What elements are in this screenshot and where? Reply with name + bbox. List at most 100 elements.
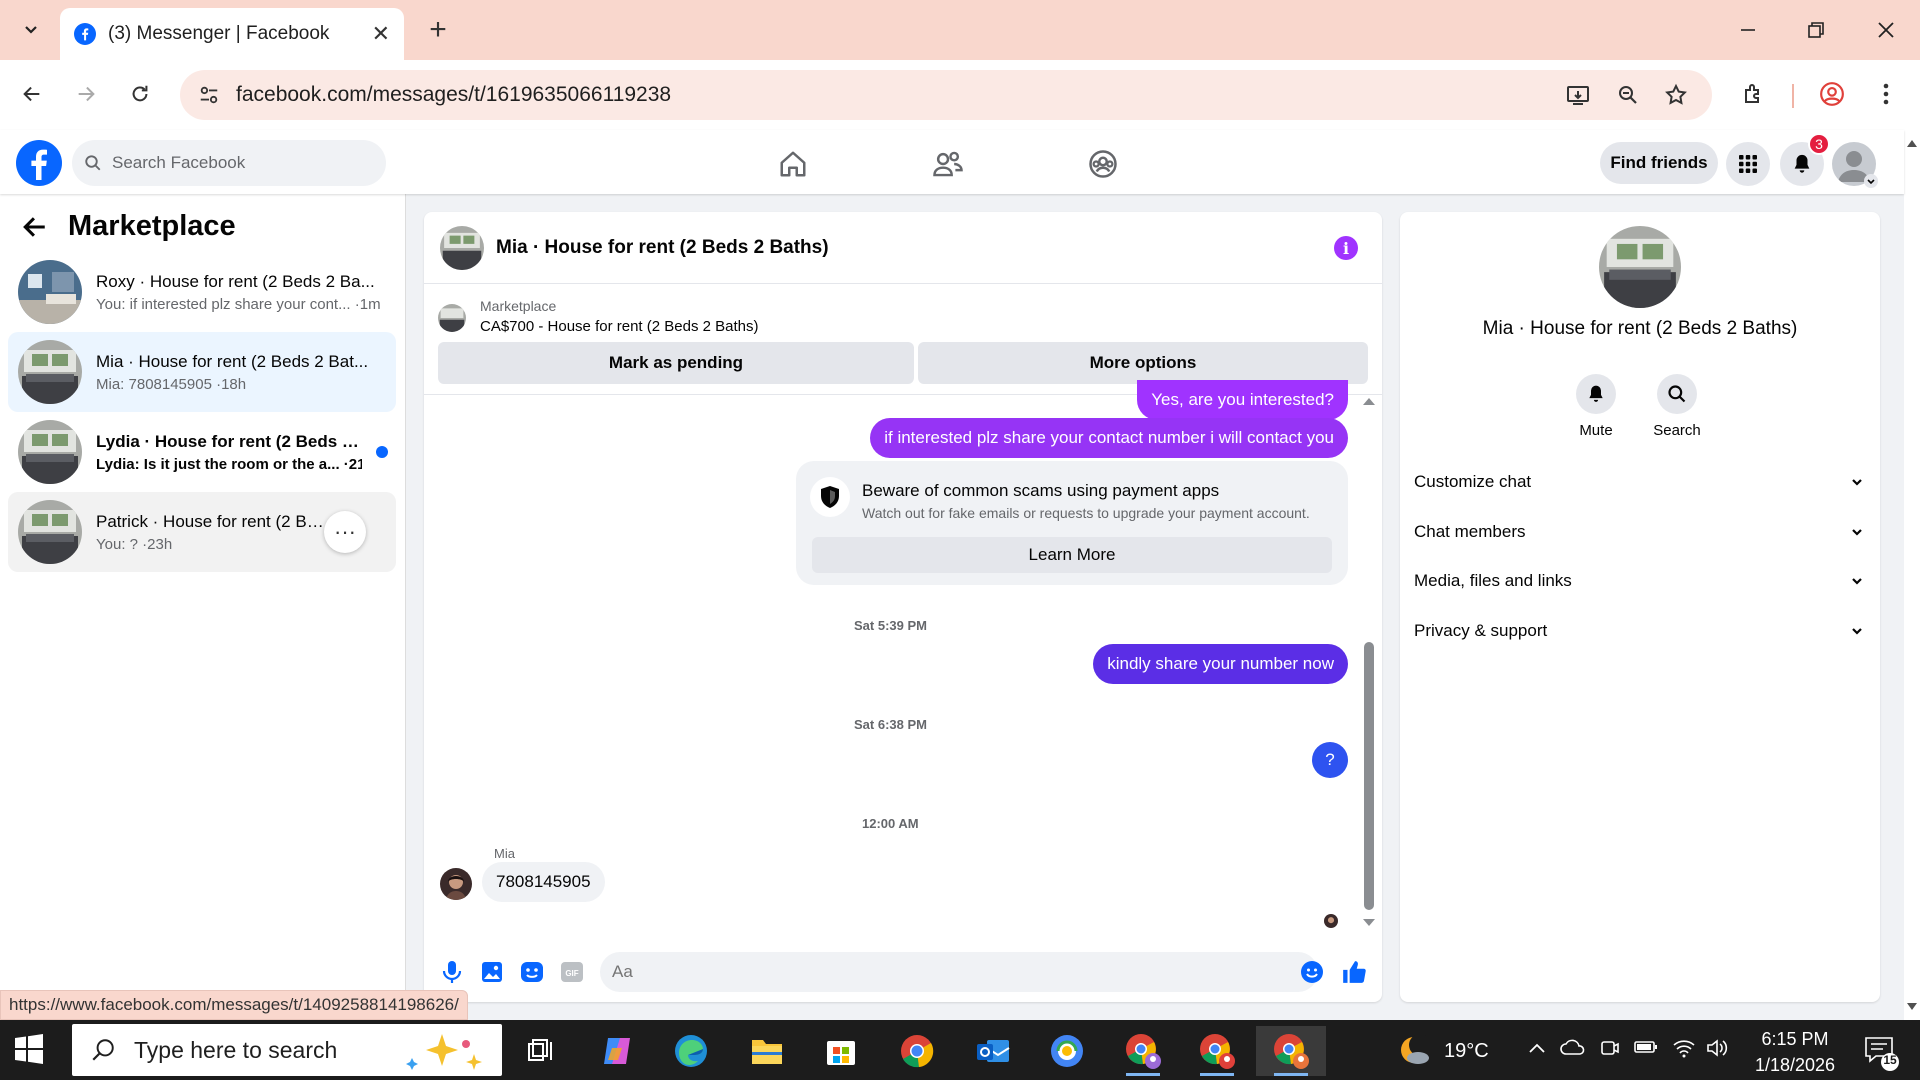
profile-icon[interactable] <box>1812 74 1852 114</box>
account-chevron-icon[interactable] <box>1864 174 1878 188</box>
copilot-app-icon[interactable] <box>582 1026 652 1076</box>
more-options-button[interactable]: More options <box>918 342 1368 384</box>
outgoing-message[interactable]: kindly share your number now <box>1093 644 1348 684</box>
file-explorer-icon[interactable] <box>732 1026 802 1076</box>
chrome-window-1-icon[interactable] <box>1108 1026 1178 1076</box>
mute-bell-icon <box>1576 374 1616 414</box>
find-friends-button[interactable]: Find friends <box>1600 142 1718 184</box>
browser-menu-icon[interactable] <box>1866 74 1906 114</box>
url-text[interactable]: facebook.com/messages/t/1619635066119238 <box>236 83 671 107</box>
chat-members-row[interactable]: Chat members <box>1414 512 1864 552</box>
chrome-window-2-icon[interactable] <box>1182 1026 1252 1076</box>
learn-more-button[interactable]: Learn More <box>812 537 1332 573</box>
page-scroll-down-icon[interactable] <box>1906 1002 1918 1012</box>
page-scrollbar[interactable] <box>1904 130 1920 1020</box>
chrome-profile-icon[interactable] <box>1032 1026 1102 1076</box>
facebook-search-input[interactable]: Search Facebook <box>72 140 386 186</box>
onedrive-icon[interactable] <box>1560 1038 1586 1061</box>
windows-start-icon[interactable] <box>14 1034 44 1069</box>
photo-icon[interactable] <box>478 958 506 986</box>
gif-icon[interactable]: GIF <box>558 958 586 986</box>
mark-as-pending-button[interactable]: Mark as pending <box>438 342 914 384</box>
sender-avatar[interactable] <box>440 868 472 900</box>
battery-icon[interactable] <box>1634 1038 1658 1059</box>
notification-center-icon[interactable]: 15 <box>1862 1032 1902 1077</box>
conversation-preview: Lydia: Is it just the room or the a... ·… <box>96 455 362 473</box>
tab-search-chevron-icon[interactable] <box>14 12 48 46</box>
restore-button[interactable] <box>1782 0 1850 60</box>
chat-title[interactable]: Mia · House for rent (2 Beds 2 Baths) <box>496 237 829 259</box>
chrome-window-3-icon[interactable] <box>1256 1026 1326 1076</box>
scroll-up-icon[interactable] <box>1362 396 1376 406</box>
message-input[interactable] <box>600 952 1318 992</box>
section-label: Customize chat <box>1414 472 1532 491</box>
message-timestamp: 12:00 AM <box>862 816 919 831</box>
edge-browser-icon[interactable] <box>656 1026 726 1076</box>
outlook-icon[interactable] <box>958 1026 1028 1076</box>
install-app-icon[interactable] <box>1566 83 1590 107</box>
conversation-item-mia[interactable]: Mia · House for rent (2 Beds 2 Bat... Mi… <box>8 332 396 412</box>
info-avatar[interactable] <box>1599 226 1681 308</box>
outgoing-message[interactable]: if interested plz share your contact num… <box>870 418 1348 458</box>
weather-widget[interactable]: 19°C <box>1398 1034 1489 1068</box>
task-view-icon[interactable] <box>506 1026 576 1076</box>
weather-temperature: 19°C <box>1444 1039 1489 1062</box>
conversation-more-options-button[interactable]: ··· <box>324 511 366 553</box>
close-window-button[interactable] <box>1852 0 1920 60</box>
like-thumbs-up-icon[interactable] <box>1340 958 1368 986</box>
conversation-name: Lydia · House for rent (2 Beds 2 ... <box>96 431 362 451</box>
taskbar-search-box[interactable]: Type here to search <box>72 1024 502 1076</box>
search-label: Search <box>1653 422 1701 439</box>
facebook-logo-icon[interactable] <box>16 140 62 186</box>
wifi-icon[interactable] <box>1672 1038 1696 1063</box>
minimize-button[interactable] <box>1714 0 1782 60</box>
taskbar-search-placeholder: Type here to search <box>134 1036 338 1063</box>
mute-button[interactable]: Mute <box>1560 374 1632 439</box>
reload-icon[interactable] <box>120 74 160 114</box>
extensions-icon[interactable] <box>1734 74 1774 114</box>
tab-close-icon[interactable]: ✕ <box>372 21 390 47</box>
chevron-down-icon <box>1852 529 1862 536</box>
outgoing-message[interactable]: ? <box>1312 742 1348 778</box>
menu-grid-icon[interactable] <box>1726 142 1770 186</box>
conversation-info-icon[interactable]: i <box>1334 236 1358 260</box>
volume-icon[interactable] <box>1706 1038 1730 1063</box>
nav-friends-icon[interactable] <box>926 142 970 186</box>
address-bar[interactable]: facebook.com/messages/t/1619635066119238 <box>180 70 1712 120</box>
chat-avatar[interactable] <box>440 225 484 270</box>
back-icon[interactable] <box>12 74 52 114</box>
scroll-down-icon[interactable] <box>1362 918 1376 928</box>
media-files-links-row[interactable]: Media, files and links <box>1414 561 1864 601</box>
emoji-icon[interactable] <box>1298 958 1326 986</box>
nav-home-icon[interactable] <box>771 142 815 186</box>
nav-groups-icon[interactable] <box>1081 142 1125 186</box>
chat-scrollbar[interactable] <box>1364 642 1374 910</box>
show-hidden-icons-chevron-icon[interactable] <box>1528 1038 1546 1059</box>
privacy-support-row[interactable]: Privacy & support <box>1414 611 1864 651</box>
seen-indicator-avatar <box>1324 914 1338 928</box>
forward-icon[interactable] <box>66 74 106 114</box>
chevron-down-icon <box>1852 578 1862 585</box>
conversation-item-patrick[interactable]: Patrick · House for rent (2 Beds You: ? … <box>8 492 396 572</box>
incoming-message[interactable]: 7808145905 <box>482 862 605 902</box>
marketplace-listing-banner[interactable]: Marketplace CA$700 - House for rent (2 B… <box>438 298 758 335</box>
taskbar-clock[interactable]: 6:15 PM 1/18/2026 <box>1740 1026 1850 1078</box>
microsoft-store-icon[interactable] <box>806 1026 876 1076</box>
conversation-item-lydia[interactable]: Lydia · House for rent (2 Beds 2 ... Lyd… <box>8 412 396 492</box>
chrome-icon[interactable] <box>882 1026 952 1076</box>
conversation-item-roxy[interactable]: Roxy · House for rent (2 Beds 2 Ba... Yo… <box>8 252 396 332</box>
page-scroll-up-icon[interactable] <box>1906 138 1918 148</box>
listing-label: Marketplace <box>480 298 557 314</box>
sticker-icon[interactable] <box>518 958 546 986</box>
outgoing-message[interactable]: Yes, are you interested? <box>1137 380 1348 420</box>
browser-tab[interactable]: (3) Messenger | Facebook ✕ <box>60 8 404 60</box>
site-settings-icon[interactable] <box>198 84 220 106</box>
meet-now-icon[interactable] <box>1600 1038 1620 1063</box>
customize-chat-row[interactable]: Customize chat <box>1414 462 1864 502</box>
zoom-icon[interactable] <box>1616 83 1640 107</box>
back-arrow-icon[interactable] <box>22 214 48 240</box>
search-conversation-button[interactable]: Search <box>1641 374 1713 439</box>
microphone-icon[interactable] <box>438 958 466 986</box>
bookmark-star-icon[interactable] <box>1664 83 1688 107</box>
new-tab-button[interactable]: + <box>420 12 456 48</box>
